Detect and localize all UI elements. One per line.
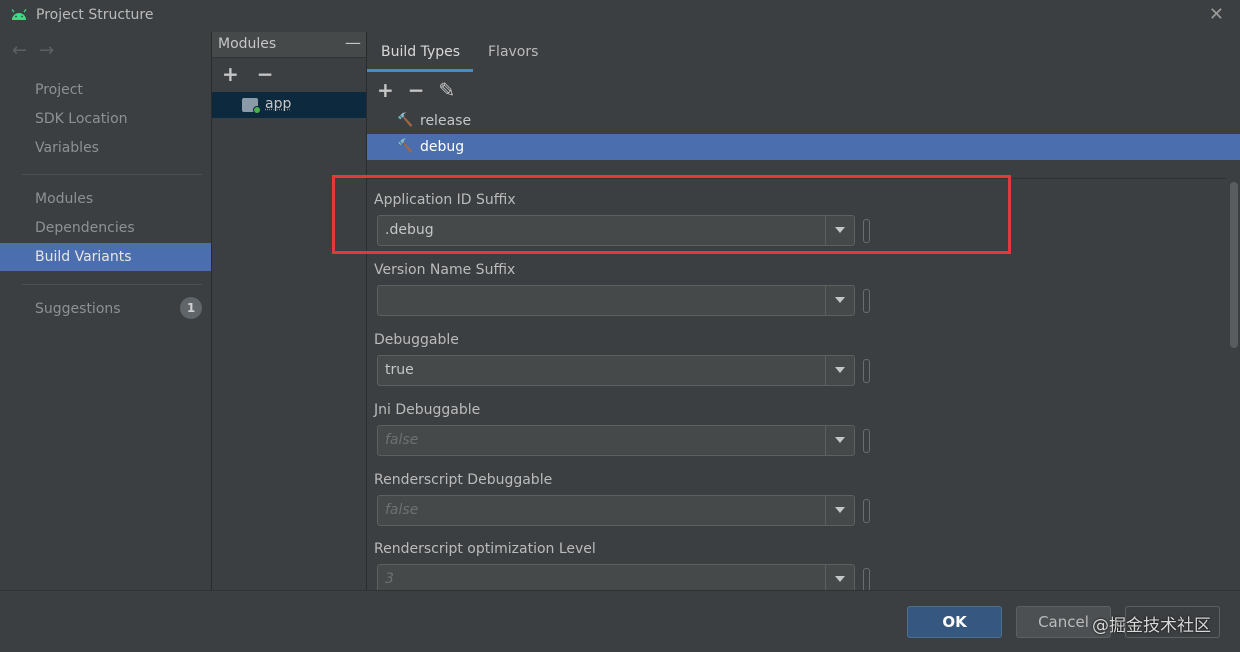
build-type-label: release bbox=[420, 108, 471, 134]
remove-module-icon[interactable]: − bbox=[257, 62, 274, 86]
dialog-button-bar: OK Cancel @掘金技术社区 bbox=[0, 590, 1240, 652]
modules-header: Modules — bbox=[212, 32, 367, 58]
nav-item-dependencies[interactable]: Dependencies bbox=[0, 214, 211, 242]
variable-pill[interactable] bbox=[863, 359, 870, 383]
build-type-release[interactable]: 🔨 release bbox=[367, 108, 1240, 134]
android-icon bbox=[10, 9, 28, 21]
renderscript-debuggable-label: Renderscript Debuggable bbox=[374, 472, 552, 488]
modules-panel: Modules — + − app bbox=[211, 32, 366, 590]
scrollbar-thumb[interactable] bbox=[1230, 182, 1238, 348]
nav-divider bbox=[22, 284, 202, 285]
history-arrows: ← → bbox=[12, 40, 66, 61]
variable-pill[interactable] bbox=[863, 429, 870, 453]
chevron-down-icon bbox=[835, 507, 845, 513]
close-icon[interactable]: ✕ bbox=[1209, 4, 1224, 25]
ok-button[interactable]: OK bbox=[907, 606, 1002, 638]
left-navigation: ← → Project SDK Location Variables Module… bbox=[0, 32, 211, 590]
build-types-panel: Build Types Flavors + − ✎ 🔨 release 🔨 debu… bbox=[366, 32, 1240, 590]
dropdown-button[interactable] bbox=[825, 426, 854, 455]
build-type-label: debug bbox=[420, 134, 464, 160]
nav-divider bbox=[22, 174, 202, 175]
nav-item-modules[interactable]: Modules bbox=[0, 185, 211, 213]
build-type-debug[interactable]: 🔨 debug bbox=[367, 134, 1240, 160]
combo-placeholder: false bbox=[385, 502, 418, 518]
modules-toolbar: + − bbox=[222, 62, 292, 86]
title-bar: Project Structure ✕ bbox=[0, 0, 1240, 32]
jni-debuggable-combo[interactable]: false bbox=[377, 425, 855, 456]
version-name-suffix-combo[interactable] bbox=[377, 285, 855, 316]
nav-item-variables[interactable]: Variables bbox=[0, 134, 211, 162]
debuggable-label: Debuggable bbox=[374, 332, 459, 348]
dropdown-button[interactable] bbox=[825, 496, 854, 525]
dropdown-button[interactable] bbox=[825, 565, 854, 590]
variable-pill[interactable] bbox=[863, 499, 870, 523]
module-label: app bbox=[265, 96, 291, 112]
module-status-dot bbox=[253, 106, 261, 114]
tab-flavors[interactable]: Flavors bbox=[488, 44, 538, 60]
renderscript-optimization-level-combo[interactable]: 3 bbox=[377, 564, 855, 590]
module-item-app[interactable]: app bbox=[212, 92, 367, 118]
jni-debuggable-label: Jni Debuggable bbox=[374, 402, 480, 418]
chevron-down-icon bbox=[835, 576, 845, 582]
nav-item-sdk-location[interactable]: SDK Location bbox=[0, 105, 211, 133]
variable-pill[interactable] bbox=[863, 289, 870, 313]
highlight-box bbox=[332, 175, 1011, 254]
remove-build-type-icon[interactable]: − bbox=[408, 78, 425, 102]
edit-build-type-icon[interactable]: ✎ bbox=[439, 78, 456, 102]
active-tab-indicator bbox=[367, 69, 473, 72]
version-name-suffix-label: Version Name Suffix bbox=[374, 262, 515, 278]
tab-build-types[interactable]: Build Types bbox=[381, 44, 460, 60]
cancel-button[interactable]: Cancel bbox=[1016, 606, 1111, 638]
chevron-down-icon bbox=[835, 367, 845, 373]
forward-arrow-icon[interactable]: → bbox=[39, 40, 54, 61]
window-title: Project Structure bbox=[36, 7, 153, 23]
add-build-type-icon[interactable]: + bbox=[377, 78, 394, 102]
modules-title: Modules bbox=[218, 36, 276, 52]
dropdown-button[interactable] bbox=[825, 286, 854, 315]
chevron-down-icon bbox=[835, 437, 845, 443]
renderscript-optimization-level-label: Renderscript optimization Level bbox=[374, 541, 596, 557]
minimize-icon[interactable]: — bbox=[345, 33, 361, 52]
dropdown-button[interactable] bbox=[825, 356, 854, 385]
build-types-toolbar: + − ✎ bbox=[377, 78, 469, 102]
tab-bar: Build Types Flavors bbox=[367, 32, 1240, 72]
variable-pill[interactable] bbox=[863, 568, 870, 590]
combo-placeholder: false bbox=[385, 432, 418, 448]
back-arrow-icon[interactable]: ← bbox=[12, 40, 27, 61]
debuggable-combo[interactable]: true bbox=[377, 355, 855, 386]
suggestions-count-badge: 1 bbox=[180, 297, 202, 319]
hammer-icon: 🔨 bbox=[397, 108, 413, 134]
hammer-icon: 🔨 bbox=[397, 134, 413, 160]
chevron-down-icon bbox=[835, 297, 845, 303]
nav-item-build-variants[interactable]: Build Variants bbox=[0, 243, 211, 271]
nav-item-project[interactable]: Project bbox=[0, 76, 211, 104]
apply-button[interactable] bbox=[1125, 606, 1220, 638]
add-module-icon[interactable]: + bbox=[222, 62, 239, 86]
combo-placeholder: 3 bbox=[385, 571, 394, 587]
form-scrollbar[interactable] bbox=[1227, 178, 1240, 590]
combo-value: true bbox=[385, 362, 414, 378]
renderscript-debuggable-combo[interactable]: false bbox=[377, 495, 855, 526]
